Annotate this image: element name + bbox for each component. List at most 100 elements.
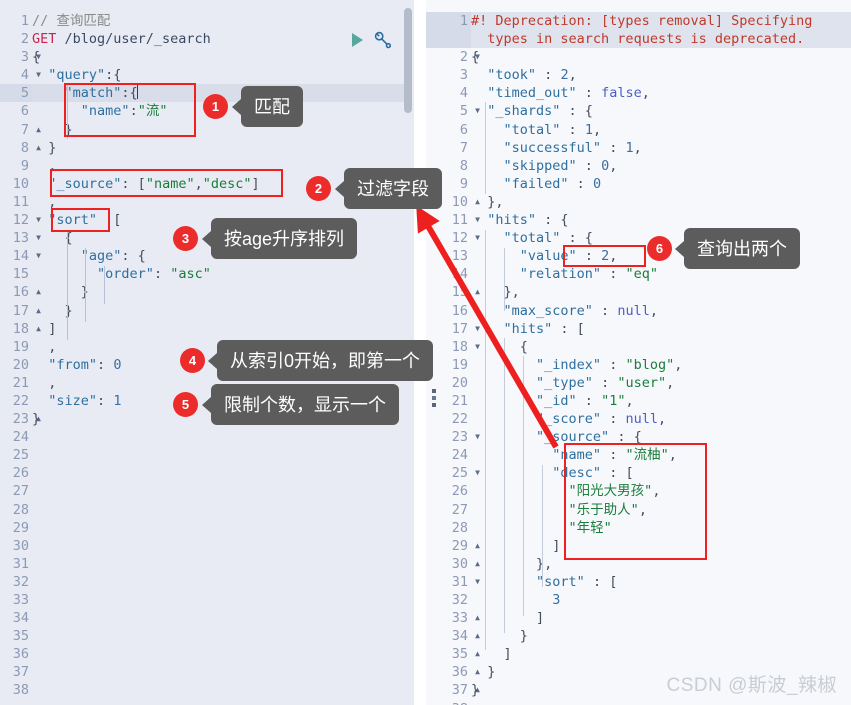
code-line[interactable] bbox=[471, 700, 851, 705]
line-number: 24 bbox=[12, 429, 29, 446]
code-line[interactable] bbox=[32, 537, 412, 555]
code-line[interactable]: ] bbox=[471, 645, 851, 663]
code-line[interactable]: "desc" : [ bbox=[471, 464, 851, 482]
code-line[interactable] bbox=[32, 663, 412, 681]
code-line[interactable] bbox=[32, 428, 412, 446]
code-token: { bbox=[471, 338, 528, 355]
line-number: 26 bbox=[12, 465, 29, 482]
code-line[interactable] bbox=[32, 482, 412, 500]
code-line[interactable]: }, bbox=[471, 283, 851, 301]
code-line[interactable]: } bbox=[32, 283, 412, 301]
editor-more-options-icon[interactable] bbox=[432, 389, 440, 410]
code-line[interactable]: "query":{ bbox=[32, 66, 412, 84]
callout-bubble-1: 匹配 bbox=[232, 86, 303, 127]
line-number: 11 bbox=[12, 193, 29, 210]
code-line[interactable]: "阳光大男孩", bbox=[471, 482, 851, 500]
code-line[interactable]: ] bbox=[471, 537, 851, 555]
callout-badge-1: 1 bbox=[203, 94, 228, 119]
code-line[interactable]: ] bbox=[471, 609, 851, 627]
code-line[interactable]: "年轻" bbox=[471, 519, 851, 537]
code-line[interactable]: "_shards" : { bbox=[471, 102, 851, 120]
code-line[interactable]: { bbox=[32, 48, 412, 66]
code-token: "sort" bbox=[536, 573, 585, 590]
code-line[interactable]: 3 bbox=[471, 591, 851, 609]
line-number: 33 bbox=[12, 592, 29, 608]
code-token: "乐于助人" bbox=[568, 501, 639, 518]
code-line[interactable]: } bbox=[32, 302, 412, 320]
callout-badge-4: 4 bbox=[180, 348, 205, 373]
code-line[interactable]: "total" : 1, bbox=[471, 121, 851, 139]
code-token: 0 bbox=[592, 175, 602, 192]
code-token: } bbox=[471, 664, 496, 681]
code-token: "eq" bbox=[625, 266, 658, 283]
code-line[interactable] bbox=[32, 446, 412, 464]
code-line[interactable] bbox=[32, 519, 412, 537]
code-line[interactable]: "sort" : [ bbox=[471, 573, 851, 591]
code-line[interactable]: } bbox=[471, 627, 851, 645]
code-token: ] bbox=[32, 320, 57, 337]
auto-indent-wrench-icon[interactable] bbox=[372, 30, 392, 50]
code-line[interactable] bbox=[32, 573, 412, 591]
code-line[interactable] bbox=[32, 555, 412, 573]
code-line[interactable]: "failed" : 0 bbox=[471, 175, 851, 193]
line-number: 37 bbox=[12, 664, 29, 681]
code-line[interactable]: }, bbox=[471, 193, 851, 211]
code-token: :{ bbox=[105, 67, 122, 84]
code-line[interactable]: { bbox=[471, 338, 851, 356]
code-line[interactable] bbox=[32, 591, 412, 609]
code-line[interactable] bbox=[32, 609, 412, 627]
code-token: GET bbox=[32, 31, 65, 48]
line-number: 35 bbox=[12, 628, 29, 645]
code-line[interactable]: #! Deprecation: [types removal] Specifyi… bbox=[471, 12, 851, 49]
code-line[interactable]: } bbox=[32, 139, 412, 157]
code-token: , bbox=[609, 248, 618, 265]
code-line[interactable]: "name" : "流柚", bbox=[471, 446, 851, 464]
code-line[interactable] bbox=[32, 681, 412, 699]
code-line[interactable]: "successful" : 1, bbox=[471, 139, 851, 157]
code-token: "name" bbox=[80, 103, 130, 120]
line-number: 32 bbox=[12, 573, 29, 590]
code-token: } bbox=[32, 139, 57, 156]
request-editor-scrollbar-thumb[interactable] bbox=[404, 8, 412, 113]
code-token: "match" bbox=[64, 85, 122, 102]
code-line[interactable]: "order": "asc" bbox=[32, 265, 412, 283]
code-line[interactable]: "hits" : { bbox=[471, 211, 851, 229]
response-viewer-panel[interactable]: 1 2 ▼ 3 4 5 ▼ 6 7 8 9 10 ▲ 11 ▼ 12 ▼ 13 14 15 ▲ 16 17 ▼ 18 ▼ 19 20 2… bbox=[426, 0, 851, 705]
run-request-play-icon[interactable] bbox=[352, 33, 363, 47]
code-token: : bbox=[536, 67, 561, 84]
code-line[interactable]: ] bbox=[32, 320, 412, 338]
code-line[interactable]: "_score" : null, bbox=[471, 410, 851, 428]
line-number: 6 bbox=[459, 121, 468, 138]
code-line[interactable]: "_id" : "1", bbox=[471, 392, 851, 410]
code-line[interactable] bbox=[32, 627, 412, 645]
response-code-area[interactable]: #! Deprecation: [types removal] Specifyi… bbox=[471, 12, 851, 705]
code-line[interactable]: "timed_out" : false, bbox=[471, 84, 851, 102]
code-line[interactable]: "_source" : { bbox=[471, 428, 851, 446]
code-line[interactable]: "skipped" : 0, bbox=[471, 157, 851, 175]
code-line[interactable]: { bbox=[471, 48, 851, 66]
code-token: , bbox=[674, 356, 683, 373]
code-line[interactable]: } bbox=[32, 121, 412, 139]
indent-guide bbox=[104, 266, 105, 304]
code-line[interactable]: "hits" : [ bbox=[471, 320, 851, 338]
line-number: 16 ▲ bbox=[12, 284, 41, 301]
code-line[interactable] bbox=[32, 464, 412, 482]
code-line[interactable]: "乐于助人", bbox=[471, 501, 851, 519]
code-line[interactable]: }, bbox=[471, 555, 851, 573]
code-token: "_index" bbox=[536, 356, 602, 373]
code-token: : bbox=[601, 266, 626, 283]
code-line[interactable]: "max_score" : null, bbox=[471, 302, 851, 320]
code-line[interactable]: // 查询匹配 bbox=[32, 12, 412, 30]
code-line[interactable] bbox=[32, 501, 412, 519]
code-line[interactable]: "_index" : "blog", bbox=[471, 356, 851, 374]
code-line[interactable]: "took" : 2, bbox=[471, 66, 851, 84]
editor-action-icons[interactable] bbox=[352, 30, 392, 50]
code-line[interactable]: "_type" : "user", bbox=[471, 374, 851, 392]
code-line[interactable] bbox=[32, 645, 412, 663]
